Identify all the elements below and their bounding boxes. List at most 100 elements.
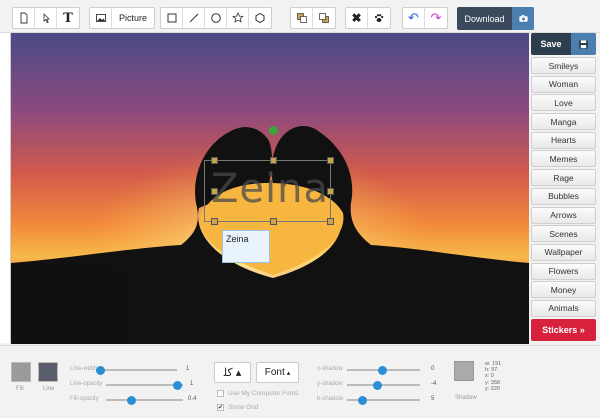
- category-animals[interactable]: Animals: [531, 299, 596, 317]
- arabic-script-icon: ﻛﻠ ▴: [223, 367, 242, 379]
- resize-handle[interactable]: [327, 157, 334, 164]
- shadow-color-swatch[interactable]: [454, 361, 474, 381]
- resize-handle[interactable]: [211, 218, 218, 225]
- y-shadow-label: y-shadow: [317, 381, 343, 387]
- y-shadow-value: -4: [431, 381, 437, 387]
- y-shadow-knob[interactable]: [373, 380, 382, 390]
- download-label: Download: [464, 13, 505, 24]
- category-rage[interactable]: Rage: [531, 169, 596, 187]
- text-tools-group: T: [12, 7, 80, 29]
- fill-color-swatch[interactable]: [11, 362, 31, 382]
- line-color-swatch[interactable]: [38, 362, 58, 382]
- image-icon[interactable]: [90, 8, 112, 28]
- line-opacity-knob[interactable]: [173, 380, 182, 390]
- line-width-label: Line-width: [70, 366, 98, 372]
- resize-handle[interactable]: [327, 218, 334, 225]
- x-shadow-value: 0: [431, 366, 435, 372]
- circle-icon[interactable]: [205, 8, 227, 28]
- floppy-icon[interactable]: [571, 33, 596, 55]
- sidebar: Save Smileys Woman Love Manga Hearts Mem…: [531, 33, 596, 341]
- camera-icon[interactable]: [512, 7, 534, 30]
- font-label: Font: [264, 367, 285, 378]
- dim-y2: y: 220: [485, 385, 500, 392]
- line-width-value: 1: [186, 366, 190, 372]
- text-edit-input[interactable]: Zeina: [222, 230, 270, 263]
- fill-label: Fill: [16, 386, 24, 392]
- font-dropdown[interactable]: Font ▴: [256, 362, 299, 383]
- line-width-knob[interactable]: [96, 365, 105, 375]
- save-button[interactable]: Save: [531, 33, 571, 55]
- select-cursor-icon[interactable]: [35, 8, 57, 28]
- new-file-icon[interactable]: [13, 8, 35, 28]
- dim-y: y: 358: [485, 379, 500, 386]
- redo-icon[interactable]: ↷: [425, 8, 447, 28]
- line-opacity-slider[interactable]: [106, 384, 183, 386]
- left-ruler: [0, 33, 11, 343]
- use-computer-fonts-checkbox[interactable]: Use My Computer Fonts: [217, 390, 298, 397]
- stickers-button[interactable]: Stickers »: [531, 318, 596, 341]
- send-backward-icon[interactable]: [313, 8, 335, 28]
- category-wallpaper[interactable]: Wallpaper: [531, 243, 596, 261]
- x-shadow-knob[interactable]: [378, 365, 387, 375]
- line-opacity-value: 1: [190, 381, 194, 387]
- picture-button[interactable]: Picture: [112, 8, 154, 28]
- shapes-group: [160, 7, 272, 29]
- rotate-handle[interactable]: [269, 126, 278, 135]
- line-width-slider[interactable]: [100, 369, 177, 371]
- use-computer-fonts-label: Use My Computer Fonts: [228, 390, 299, 397]
- picture-group: Picture: [89, 7, 156, 29]
- font-style-dropdown[interactable]: ﻛﻠ ▴: [214, 362, 251, 383]
- toolbar: T Picture ✖ ↶ ↷ Download: [0, 0, 600, 33]
- category-scenes[interactable]: Scenes: [531, 225, 596, 243]
- category-memes[interactable]: Memes: [531, 150, 596, 168]
- x-shadow-label: x-shadow: [317, 366, 343, 372]
- resize-handle[interactable]: [211, 188, 218, 195]
- line-icon[interactable]: [183, 8, 205, 28]
- fill-opacity-label: Fill-opacity: [70, 396, 99, 402]
- b-shadow-knob[interactable]: [358, 395, 367, 405]
- drawing-canvas[interactable]: Zeina: [11, 33, 529, 344]
- category-arrows[interactable]: Arrows: [531, 206, 596, 224]
- text-object-content: Zeina: [211, 166, 329, 212]
- fill-opacity-value: 0.4: [188, 396, 197, 402]
- line-opacity-label: Line-opacity: [70, 381, 103, 387]
- properties-panel: Fill Line Line-width 1 Line-opacity 1 Fi…: [0, 345, 600, 418]
- bring-forward-icon[interactable]: [291, 8, 313, 28]
- category-money[interactable]: Money: [531, 281, 596, 299]
- checkbox-box: [217, 390, 224, 397]
- paw-icon[interactable]: [368, 8, 390, 28]
- text-object[interactable]: Zeina: [204, 160, 331, 222]
- show-grid-checkbox[interactable]: ✔ Show Grid: [217, 404, 258, 411]
- checkbox-checked-icon: ✔: [217, 404, 224, 411]
- resize-handle[interactable]: [327, 188, 334, 195]
- star-icon[interactable]: [227, 8, 249, 28]
- rectangle-icon[interactable]: [161, 8, 183, 28]
- caret-up-icon: ▴: [286, 369, 291, 377]
- b-shadow-label: b-shadow: [317, 396, 344, 402]
- text-tool-icon[interactable]: T: [57, 8, 79, 28]
- download-button[interactable]: Download: [457, 7, 534, 30]
- edit-group: ✖: [345, 7, 391, 29]
- y-shadow-slider[interactable]: [347, 384, 420, 386]
- undo-icon[interactable]: ↶: [403, 8, 425, 28]
- hexagon-icon[interactable]: [249, 8, 271, 28]
- dimensions-readout: w: 191 h: 97 x: 0 y: 358 y: 220: [485, 361, 501, 392]
- category-bubbles[interactable]: Bubbles: [531, 187, 596, 205]
- shadow-label: Shadow: [455, 395, 477, 401]
- delete-icon[interactable]: ✖: [346, 8, 368, 28]
- resize-handle[interactable]: [211, 157, 218, 164]
- category-smileys[interactable]: Smileys: [531, 57, 596, 74]
- line-label: Line: [43, 386, 55, 392]
- resize-handle[interactable]: [270, 157, 277, 164]
- category-love[interactable]: Love: [531, 94, 596, 112]
- layer-group: [290, 7, 336, 29]
- category-manga[interactable]: Manga: [531, 113, 596, 131]
- show-grid-label: Show Grid: [228, 404, 259, 411]
- category-flowers[interactable]: Flowers: [531, 262, 596, 280]
- category-woman[interactable]: Woman: [531, 75, 596, 93]
- b-shadow-value: 5: [431, 396, 435, 402]
- category-hearts[interactable]: Hearts: [531, 131, 596, 149]
- resize-handle[interactable]: [270, 218, 277, 225]
- fill-opacity-knob[interactable]: [127, 395, 136, 405]
- fill-opacity-slider[interactable]: [106, 399, 183, 401]
